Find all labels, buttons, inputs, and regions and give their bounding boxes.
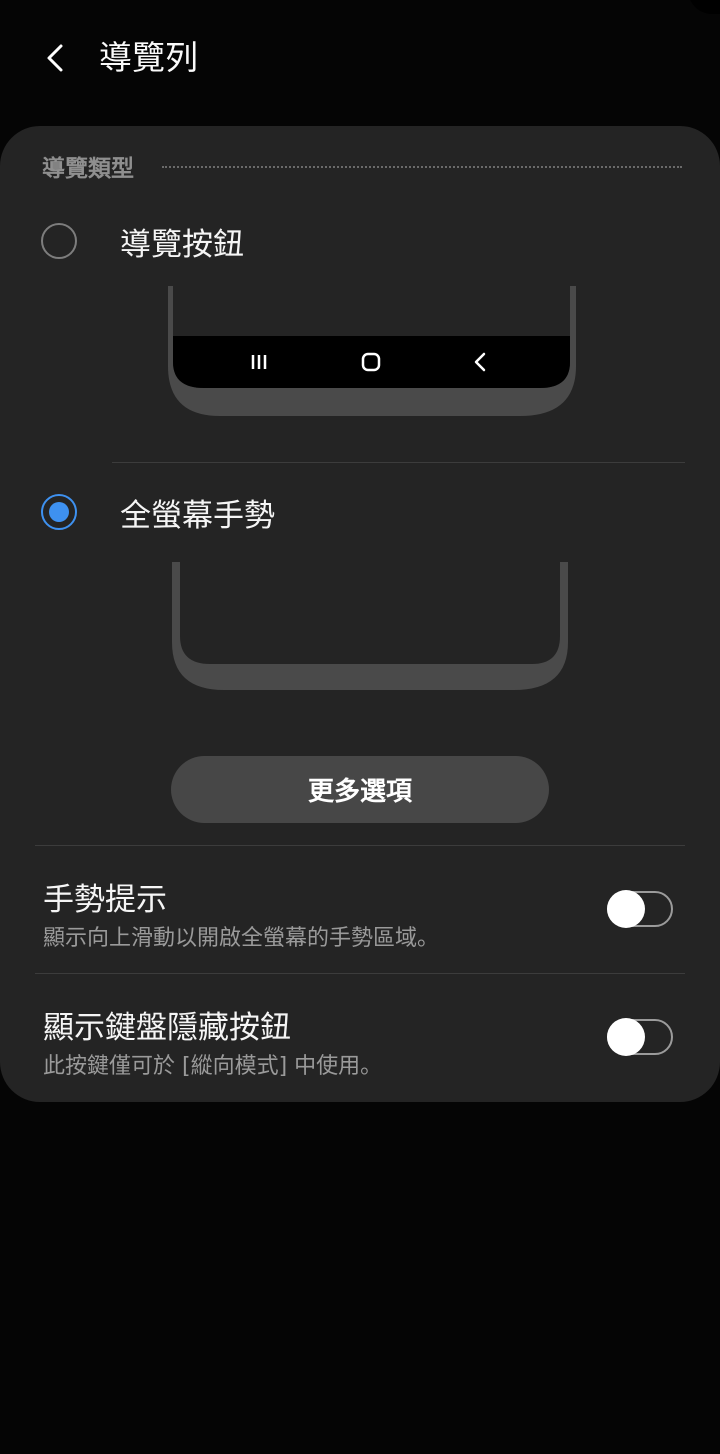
setting-subtitle-keyboard-hide-button: 此按鍵僅可於 [縱向模式] 中使用。	[43, 1054, 383, 1079]
option-label-navigation-buttons: 導覽按鈕	[120, 226, 244, 263]
toggle-knob	[607, 1018, 645, 1056]
page-title: 導覽列	[99, 38, 198, 77]
preview-full-screen-gestures[interactable]	[168, 562, 574, 698]
header: 導覽列	[0, 0, 720, 115]
setting-gesture-hints[interactable]: 手勢提示 顯示向上滑動以開啟全螢幕的手勢區域。	[0, 848, 720, 972]
option-full-screen-gestures[interactable]: 全螢幕手勢	[0, 476, 720, 548]
settings-divider-middle	[35, 973, 685, 974]
toggle-knob	[607, 890, 645, 928]
radio-full-screen-gestures[interactable]	[41, 494, 77, 530]
setting-keyboard-hide-button[interactable]: 顯示鍵盤隱藏按鈕 此按鍵僅可於 [縱向模式] 中使用。	[0, 976, 720, 1100]
toggle-keyboard-hide-button[interactable]	[607, 1018, 673, 1056]
option-navigation-buttons[interactable]: 導覽按鈕	[0, 205, 720, 277]
section-title: 導覽類型	[42, 156, 134, 182]
preview-navigation-buttons[interactable]	[160, 286, 580, 422]
more-options-button[interactable]: 更多選項	[171, 756, 549, 823]
more-options-label: 更多選項	[307, 777, 412, 807]
back-button[interactable]	[28, 30, 84, 86]
setting-subtitle-gesture-hints: 顯示向上滑動以開啟全螢幕的手勢區域。	[43, 926, 440, 951]
option-divider	[112, 462, 685, 463]
settings-card: 導覽類型 導覽按鈕 全螢幕手勢 更多選項 手勢提示 顯示向上滑動以開啟全螢幕的手…	[0, 126, 720, 1102]
phone-preview-buttons	[168, 286, 576, 416]
setting-title-keyboard-hide-button: 顯示鍵盤隱藏按鈕	[43, 1010, 291, 1046]
navigation-bar-settings-screen: 導覽列 導覽類型 導覽按鈕 全螢幕手勢 更多選項 手勢提示 顯示向上滑動以開啟全…	[0, 0, 720, 1454]
setting-title-gesture-hints: 手勢提示	[43, 882, 167, 918]
toggle-gesture-hints[interactable]	[607, 890, 673, 928]
chevron-left-icon	[47, 44, 63, 72]
option-label-full-screen-gestures: 全螢幕手勢	[120, 497, 275, 534]
section-header-navigation-type: 導覽類型	[42, 148, 682, 184]
settings-divider-top	[35, 845, 685, 846]
phone-preview-gestures	[172, 562, 568, 690]
section-dotted-divider	[162, 166, 682, 168]
radio-navigation-buttons[interactable]	[41, 223, 77, 259]
